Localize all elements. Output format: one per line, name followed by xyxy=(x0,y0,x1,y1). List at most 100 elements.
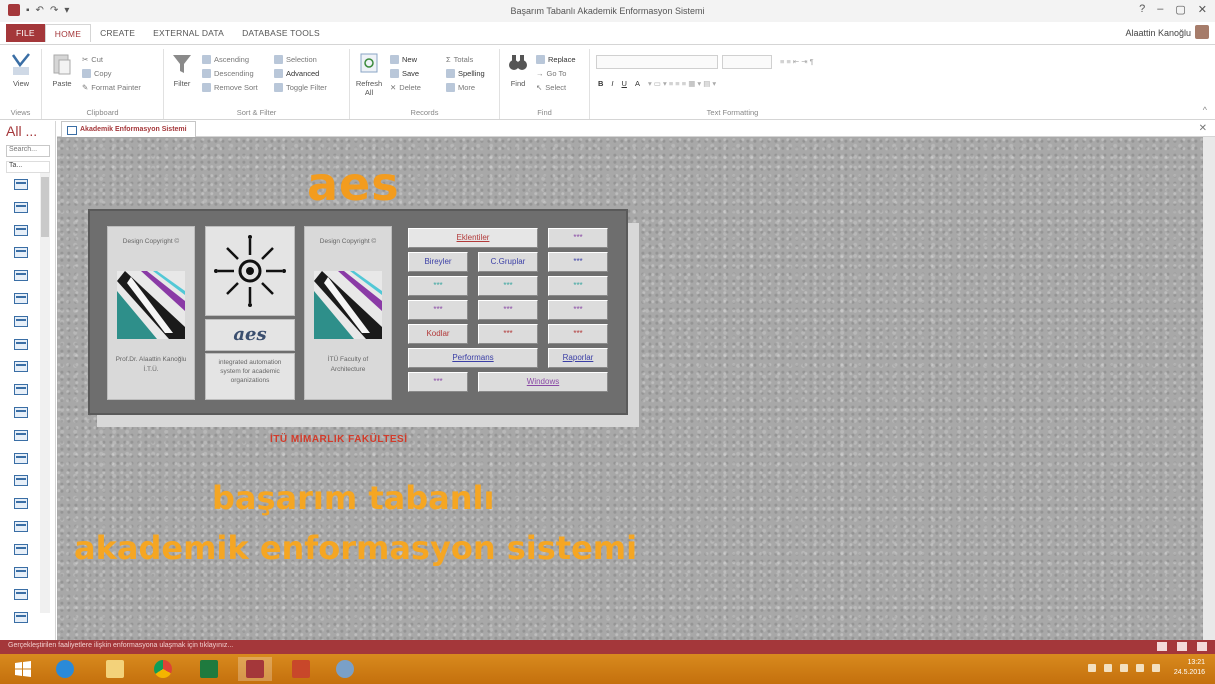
bireyler-button[interactable]: Bireyler xyxy=(408,252,468,272)
nav-table-item[interactable] xyxy=(14,293,28,304)
list-buttons[interactable]: ≡ ≡ ⇤ ⇥ ¶ xyxy=(780,57,814,66)
toggle-filter-button[interactable]: Toggle Filter xyxy=(274,83,327,92)
font-name-combo[interactable] xyxy=(596,55,718,69)
nav-search-input[interactable]: Search... xyxy=(6,145,50,157)
nav-table-item[interactable] xyxy=(14,612,28,624)
media-taskbar-button[interactable] xyxy=(328,657,362,681)
nav-table-item[interactable] xyxy=(14,429,28,441)
goto-button[interactable]: → Go To xyxy=(536,69,566,78)
minimize-button[interactable]: – xyxy=(1157,3,1163,16)
powerpoint-taskbar-button[interactable] xyxy=(284,657,318,681)
nav-table-item[interactable] xyxy=(14,589,28,601)
menu-button-e[interactable]: *** xyxy=(478,300,538,320)
design-view-icon[interactable] xyxy=(1197,642,1207,651)
nav-scroll-thumb[interactable] xyxy=(41,177,49,237)
spelling-button[interactable]: Spelling xyxy=(446,69,485,78)
italic-button[interactable]: I xyxy=(611,79,613,88)
access-taskbar-button[interactable] xyxy=(238,657,272,681)
tab-home[interactable]: HOME xyxy=(44,24,92,42)
nav-table-item[interactable] xyxy=(14,361,28,373)
tray-arrow-icon[interactable] xyxy=(1087,664,1096,672)
font-size-combo[interactable] xyxy=(722,55,772,69)
flag-icon[interactable] xyxy=(1103,664,1112,672)
nav-scrollbar[interactable] xyxy=(40,173,50,613)
nav-table-item[interactable] xyxy=(14,498,28,510)
menu-button-f[interactable]: *** xyxy=(548,300,608,320)
cut-button[interactable]: ✂ Cut xyxy=(82,55,103,64)
menu-button-d[interactable]: *** xyxy=(408,300,468,320)
advanced-button[interactable]: Advanced xyxy=(274,69,319,78)
filter-button[interactable]: Filter xyxy=(168,51,196,88)
nav-table-item[interactable] xyxy=(14,566,28,578)
ie-taskbar-button[interactable] xyxy=(48,657,82,681)
windows-button[interactable]: Windows xyxy=(478,372,608,392)
avatar[interactable] xyxy=(1195,25,1209,39)
nav-table-item[interactable] xyxy=(14,543,28,555)
nav-table-item[interactable] xyxy=(14,407,28,418)
menu-button-b[interactable]: *** xyxy=(478,276,538,296)
underline-button[interactable]: U xyxy=(622,79,627,88)
ascending-button[interactable]: Ascending xyxy=(202,55,249,64)
nav-group-header[interactable]: Ta... xyxy=(6,161,50,173)
nav-table-item[interactable] xyxy=(14,270,28,282)
close-document-icon[interactable]: ✕ xyxy=(1199,123,1207,134)
nav-table-item[interactable] xyxy=(14,338,28,350)
user-name[interactable]: Alaattin Kanoğlu xyxy=(1125,28,1191,38)
collapse-ribbon-icon[interactable]: ^ xyxy=(1203,105,1207,115)
tab-database-tools[interactable]: DATABASE TOOLS xyxy=(233,24,329,42)
nav-table-item[interactable] xyxy=(14,201,28,213)
excel-taskbar-button[interactable] xyxy=(192,657,226,681)
nav-table-item[interactable] xyxy=(14,315,28,327)
menu-button-a[interactable]: *** xyxy=(408,276,468,296)
document-tab-aes[interactable]: Akademik Enformasyon Sistemi xyxy=(61,121,196,137)
close-button[interactable]: ✕ xyxy=(1198,3,1207,16)
maximize-button[interactable]: ▢ xyxy=(1175,3,1185,16)
eklentiler-button[interactable]: Eklentiler xyxy=(408,228,538,248)
nav-table-item[interactable] xyxy=(14,179,28,190)
volume-icon[interactable] xyxy=(1135,664,1144,672)
nav-table-item[interactable] xyxy=(14,475,28,487)
copy-button[interactable]: Copy xyxy=(82,69,112,78)
more-button[interactable]: More xyxy=(446,83,475,92)
format-painter-button[interactable]: ✎ Format Painter xyxy=(82,83,141,92)
performans-button[interactable]: Performans xyxy=(408,348,538,368)
c-gruplar-button[interactable]: C.Gruplar xyxy=(478,252,538,272)
delete-record-button[interactable]: ✕ Delete xyxy=(390,83,421,92)
menu-button-h[interactable]: *** xyxy=(548,324,608,344)
paste-button[interactable]: Paste xyxy=(48,51,76,88)
nav-table-item[interactable] xyxy=(14,384,28,396)
font-color-button[interactable]: A xyxy=(635,79,640,88)
menu-button-r1[interactable]: *** xyxy=(548,228,608,248)
bold-button[interactable]: B xyxy=(598,79,603,88)
clock[interactable]: 13:21 24.5.2016 xyxy=(1174,658,1205,678)
form-scrollbar[interactable] xyxy=(1203,137,1215,640)
save-record-button[interactable]: Save xyxy=(390,69,419,78)
chrome-taskbar-button[interactable] xyxy=(146,657,180,681)
highlight-icon[interactable]: ▾ ▭ ▾ ≡ ≡ ≡ ▦ ▾ ▤ ▾ xyxy=(648,79,716,88)
new-record-button[interactable]: New xyxy=(390,55,417,64)
select-button[interactable]: ↖ Select xyxy=(536,83,566,92)
descending-button[interactable]: Descending xyxy=(202,69,254,78)
menu-button-r2[interactable]: *** xyxy=(548,252,608,272)
explorer-taskbar-button[interactable] xyxy=(98,657,132,681)
selection-button[interactable]: Selection xyxy=(274,55,317,64)
kodlar-button[interactable]: Kodlar xyxy=(408,324,468,344)
nav-table-item[interactable] xyxy=(14,247,28,259)
help-button[interactable]: ? xyxy=(1139,3,1145,16)
tab-external-data[interactable]: EXTERNAL DATA xyxy=(144,24,233,42)
menu-button-i[interactable]: *** xyxy=(408,372,468,392)
menu-button-c[interactable]: *** xyxy=(548,276,608,296)
language-icon[interactable] xyxy=(1151,664,1160,672)
menu-button-g[interactable]: *** xyxy=(478,324,538,344)
remove-sort-button[interactable]: Remove Sort xyxy=(202,83,258,92)
nav-table-item[interactable] xyxy=(14,521,28,532)
totals-button[interactable]: Σ Totals xyxy=(446,55,473,64)
start-button[interactable] xyxy=(6,657,40,681)
nav-pane-title[interactable]: All ... xyxy=(6,123,37,139)
replace-button[interactable]: Replace xyxy=(536,55,576,64)
layout-view-icon[interactable] xyxy=(1177,642,1187,651)
find-button[interactable]: Find xyxy=(504,51,532,88)
network-icon[interactable] xyxy=(1119,664,1128,672)
tab-create[interactable]: CREATE xyxy=(91,24,144,42)
nav-table-item[interactable] xyxy=(14,452,28,464)
